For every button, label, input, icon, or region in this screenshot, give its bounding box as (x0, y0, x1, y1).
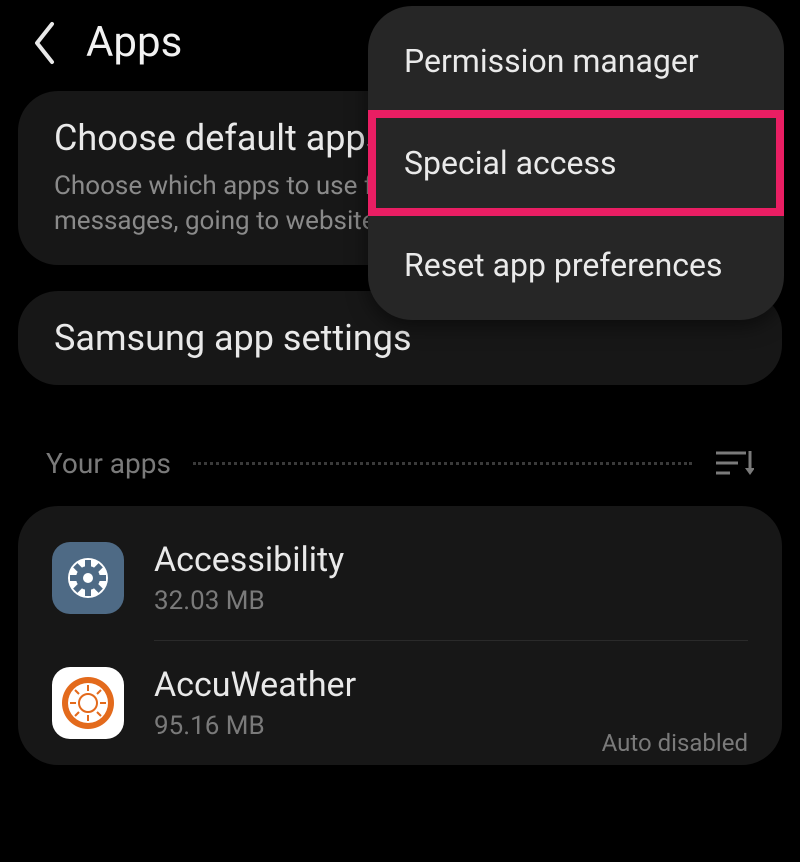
apps-list: Accessibility 32.03 MB (18, 506, 782, 765)
divider-dots (193, 462, 692, 465)
app-name: Accessibility (154, 540, 748, 580)
menu-item-permission-manager[interactable]: Permission manager (368, 14, 784, 108)
back-icon[interactable] (30, 20, 60, 66)
gear-icon (52, 542, 124, 614)
card-title: Samsung app settings (54, 317, 746, 359)
app-row-accuweather[interactable]: AccuWeather 95.16 MB Auto disabled (18, 641, 782, 765)
app-row-accessibility[interactable]: Accessibility 32.03 MB (18, 516, 782, 640)
menu-item-reset-app-preferences[interactable]: Reset app preferences (368, 218, 784, 312)
your-apps-section-header: Your apps (0, 411, 800, 496)
sun-icon (52, 667, 124, 739)
app-name: AccuWeather (154, 665, 748, 705)
status-badge: Auto disabled (602, 729, 748, 757)
section-label: Your apps (46, 447, 171, 480)
page-title: Apps (86, 18, 182, 67)
menu-item-special-access[interactable]: Special access (368, 110, 784, 216)
sort-icon[interactable] (716, 449, 754, 479)
app-size: 32.03 MB (154, 586, 748, 616)
overflow-menu: Permission manager Special access Reset … (368, 6, 784, 320)
